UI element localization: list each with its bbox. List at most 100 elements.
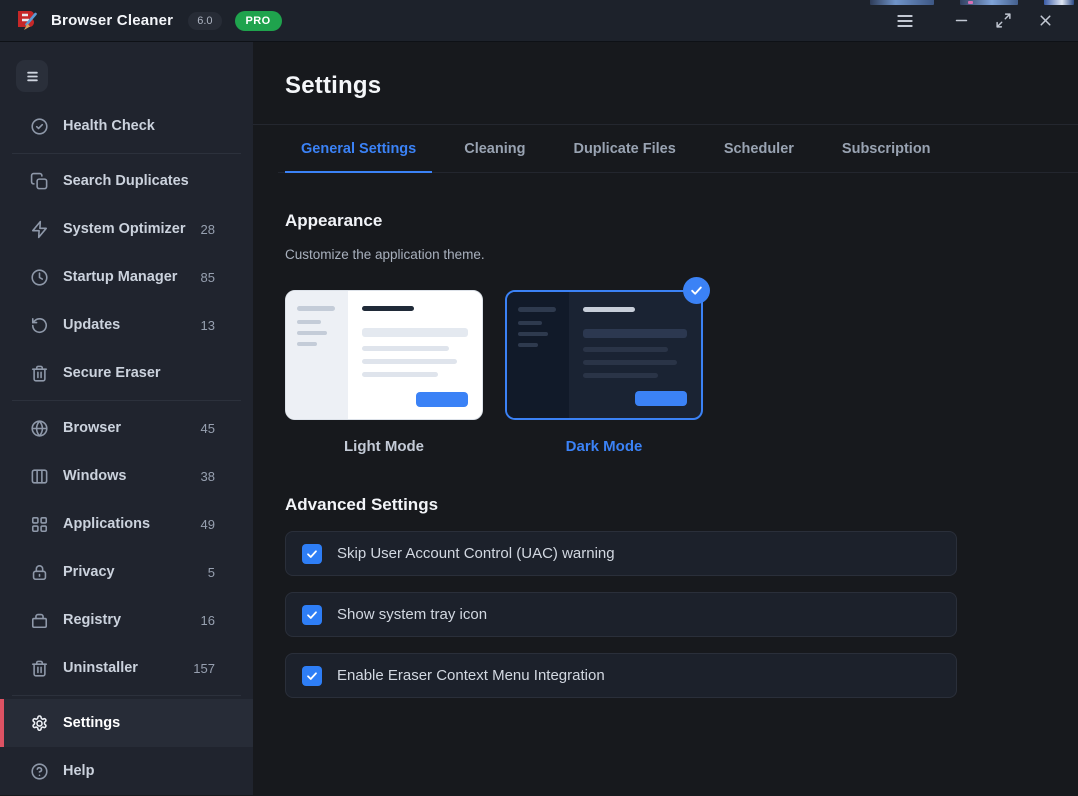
- tab-subscription[interactable]: Subscription: [826, 125, 947, 173]
- checkbox[interactable]: [302, 665, 322, 686]
- background-window-fragments: [870, 0, 1078, 5]
- sidebar-item-label: Settings: [63, 715, 121, 731]
- app-title: Browser Cleaner: [51, 12, 174, 29]
- theme-label: Light Mode: [344, 438, 424, 455]
- sidebar-item-count: 13: [200, 317, 215, 333]
- background-window-fragment: [1044, 0, 1074, 5]
- sidebar-item-settings[interactable]: Settings: [0, 699, 253, 747]
- archive-icon: [30, 611, 49, 630]
- sidebar-item-applications[interactable]: Applications 49: [0, 500, 253, 548]
- advanced-section-title: Advanced Settings: [285, 495, 439, 514]
- sidebar-item-count: 49: [200, 516, 215, 532]
- theme-options: Light Mode Dark Mode: [285, 277, 1078, 455]
- appearance-description: Customize the application theme.: [285, 247, 485, 262]
- sidebar-item-count: 38: [200, 468, 215, 484]
- sidebar-item-count: 16: [200, 612, 215, 628]
- sidebar-item-secure-eraser[interactable]: Secure Eraser: [0, 349, 253, 397]
- tab-cleaning[interactable]: Cleaning: [448, 125, 541, 173]
- sidebar-item-startup-manager[interactable]: Startup Manager 85: [0, 253, 253, 301]
- sidebar-item-updates[interactable]: Updates 13: [0, 301, 253, 349]
- theme-card-light-mode[interactable]: Light Mode: [285, 290, 483, 455]
- option-row-enable-eraser-context-menu-integration[interactable]: Enable Eraser Context Menu Integration: [285, 653, 957, 698]
- version-badge: 6.0: [188, 11, 222, 30]
- sidebar-item-label: Registry: [63, 612, 122, 628]
- sidebar-item-label: Updates: [63, 317, 121, 333]
- sidebar-item-count: 28: [200, 221, 215, 237]
- sidebar-divider: [12, 153, 241, 154]
- copy-icon: [30, 172, 49, 191]
- sidebar-item-label: Secure Eraser: [63, 365, 161, 381]
- theme-preview: [505, 277, 710, 420]
- sidebar-item-uninstaller[interactable]: Uninstaller 157: [0, 644, 253, 692]
- checkbox[interactable]: [302, 543, 322, 564]
- zap-icon: [30, 220, 49, 239]
- preview-content: [569, 292, 701, 418]
- theme-preview-surface: [285, 290, 483, 420]
- theme-card-dark-mode[interactable]: Dark Mode: [505, 277, 710, 455]
- preview-sidebar: [507, 292, 569, 418]
- theme-preview-surface: [505, 290, 703, 420]
- lock-icon: [30, 563, 49, 582]
- preview-button: [635, 391, 687, 406]
- option-label: Enable Eraser Context Menu Integration: [337, 667, 605, 684]
- grid-icon: [30, 515, 49, 534]
- hamburger-icon: [26, 71, 38, 81]
- sidebar-item-health-check[interactable]: Health Check: [0, 102, 253, 150]
- tab-duplicate-files[interactable]: Duplicate Files: [557, 125, 691, 173]
- refresh-icon: [30, 316, 49, 335]
- theme-preview: [285, 290, 483, 420]
- sidebar-item-help[interactable]: Help: [0, 747, 253, 795]
- sidebar-item-label: Help: [63, 763, 95, 779]
- background-window-fragment: [870, 0, 934, 5]
- option-label: Show system tray icon: [337, 606, 488, 623]
- sidebar-item-label: Health Check: [63, 118, 155, 134]
- sidebar-item-count: 85: [200, 269, 215, 285]
- sidebar-item-count: 157: [193, 660, 215, 676]
- pro-badge: PRO: [234, 10, 282, 31]
- gear-icon: [30, 714, 49, 733]
- app-logo-icon: [18, 10, 37, 30]
- theme-label: Dark Mode: [565, 438, 643, 455]
- sidebar-item-registry[interactable]: Registry 16: [0, 596, 253, 644]
- sidebar-collapse-button[interactable]: [16, 60, 48, 92]
- option-label: Skip User Account Control (UAC) warning: [337, 545, 615, 562]
- check-circle-icon: [30, 117, 49, 136]
- sidebar-item-system-optimizer[interactable]: System Optimizer 28: [0, 205, 253, 253]
- sidebar-item-count: 5: [207, 564, 215, 580]
- sidebar-divider: [12, 400, 241, 401]
- preview-button: [416, 392, 468, 407]
- globe-icon: [30, 419, 49, 438]
- sidebar: Health Check Search Duplicates System Opti…: [0, 42, 253, 795]
- sidebar-item-label: System Optimizer: [63, 221, 186, 237]
- settings-tabs: General Settings Cleaning Duplicate Files S…: [278, 125, 1078, 173]
- option-row-show-system-tray-icon[interactable]: Show system tray icon: [285, 592, 957, 637]
- sidebar-item-label: Privacy: [63, 564, 115, 580]
- titlebar: Browser Cleaner 6.0 PRO: [0, 0, 1078, 42]
- columns-icon: [30, 467, 49, 486]
- app-menu-icon[interactable]: [894, 10, 916, 32]
- tab-scheduler[interactable]: Scheduler: [708, 125, 810, 173]
- sidebar-item-windows[interactable]: Windows 38: [0, 452, 253, 500]
- sidebar-divider: [12, 695, 241, 696]
- minimize-button[interactable]: [950, 10, 972, 32]
- sidebar-item-browser[interactable]: Browser 45: [0, 404, 253, 452]
- maximize-button[interactable]: [992, 10, 1014, 32]
- preview-content: [348, 291, 482, 419]
- sidebar-item-label: Search Duplicates: [63, 173, 189, 189]
- window-controls: [894, 10, 1056, 32]
- checkbox[interactable]: [302, 604, 322, 625]
- sidebar-item-privacy[interactable]: Privacy 5: [0, 548, 253, 596]
- tab-general-settings[interactable]: General Settings: [285, 125, 433, 173]
- sidebar-item-count: 45: [200, 420, 215, 436]
- close-button[interactable]: [1034, 10, 1056, 32]
- appearance-section-title: Appearance: [285, 211, 383, 230]
- sidebar-item-search-duplicates[interactable]: Search Duplicates: [0, 157, 253, 205]
- main-content: Settings General Settings Cleaning Duplica…: [253, 42, 1078, 795]
- selected-check-icon: [683, 277, 710, 304]
- sidebar-item-label: Applications: [63, 516, 151, 532]
- option-row-skip-user-account-control-uac-warning[interactable]: Skip User Account Control (UAC) warning: [285, 531, 957, 576]
- sidebar-item-label: Windows: [63, 468, 127, 484]
- page-title: Settings: [285, 72, 382, 99]
- background-window-fragment: [960, 0, 1018, 5]
- sidebar-item-label: Browser: [63, 420, 122, 436]
